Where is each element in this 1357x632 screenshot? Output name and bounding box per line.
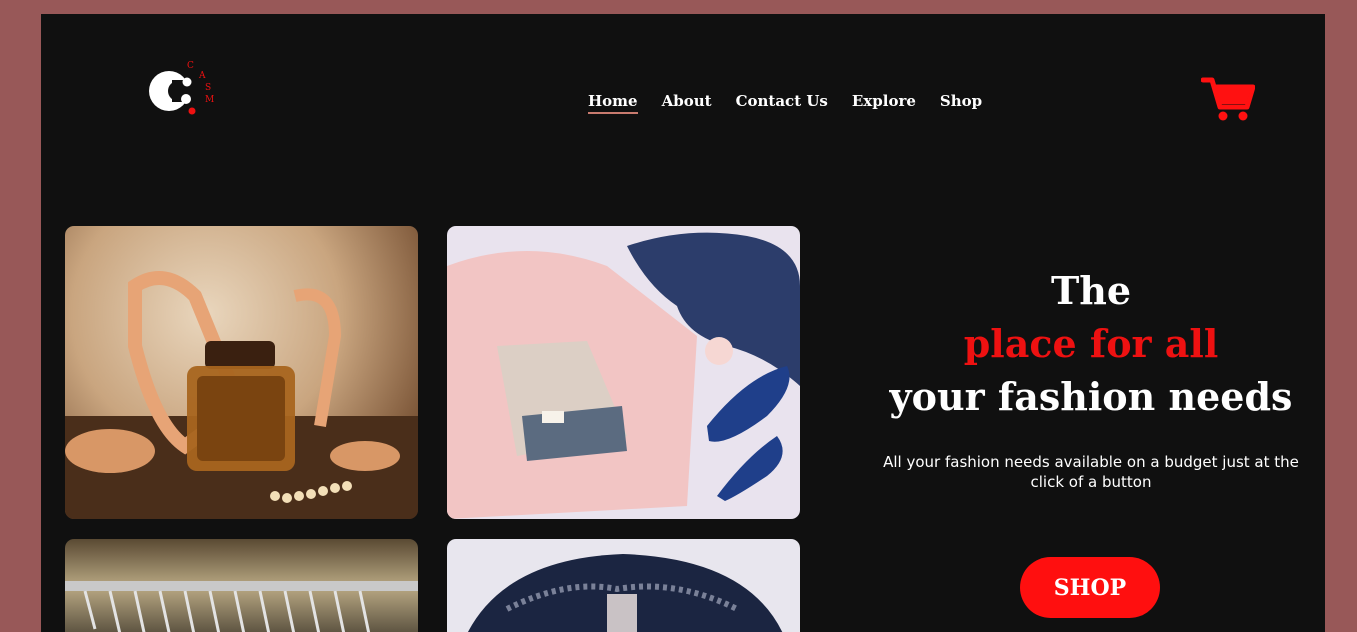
hero-subtitle: All your fashion needs available on a bu… xyxy=(883,453,1299,491)
hero-line-2: place for all xyxy=(963,321,1219,366)
svg-text:C: C xyxy=(187,61,194,71)
shopping-cart-icon[interactable] xyxy=(1200,74,1256,122)
hero-line-1: The xyxy=(1050,268,1132,313)
hero-line-3: your fashion needs xyxy=(889,374,1293,419)
sandals-perfume-photo xyxy=(65,226,418,519)
shop-button[interactable]: SHOP xyxy=(1020,557,1160,618)
main-nav: Home About Contact Us Explore Shop xyxy=(588,92,1006,114)
cap-photo xyxy=(447,539,800,632)
page-frame: C A S M Home About Contact Us Explore Sh… xyxy=(41,14,1325,632)
svg-text:S: S xyxy=(205,83,211,93)
nav-explore[interactable]: Explore xyxy=(852,92,916,114)
clothing-rack-photo xyxy=(65,539,418,632)
nav-shop[interactable]: Shop xyxy=(940,92,982,114)
bag-heels-scarf-photo xyxy=(447,226,800,519)
brand-logo[interactable]: C A S M xyxy=(144,58,224,122)
svg-text:A: A xyxy=(198,71,206,81)
svg-text:M: M xyxy=(205,95,214,105)
nav-home[interactable]: Home xyxy=(588,92,638,114)
nav-contact-us[interactable]: Contact Us xyxy=(736,92,828,114)
hero-heading: The place for all your fashion needs xyxy=(851,264,1325,423)
nav-about[interactable]: About xyxy=(662,92,712,114)
